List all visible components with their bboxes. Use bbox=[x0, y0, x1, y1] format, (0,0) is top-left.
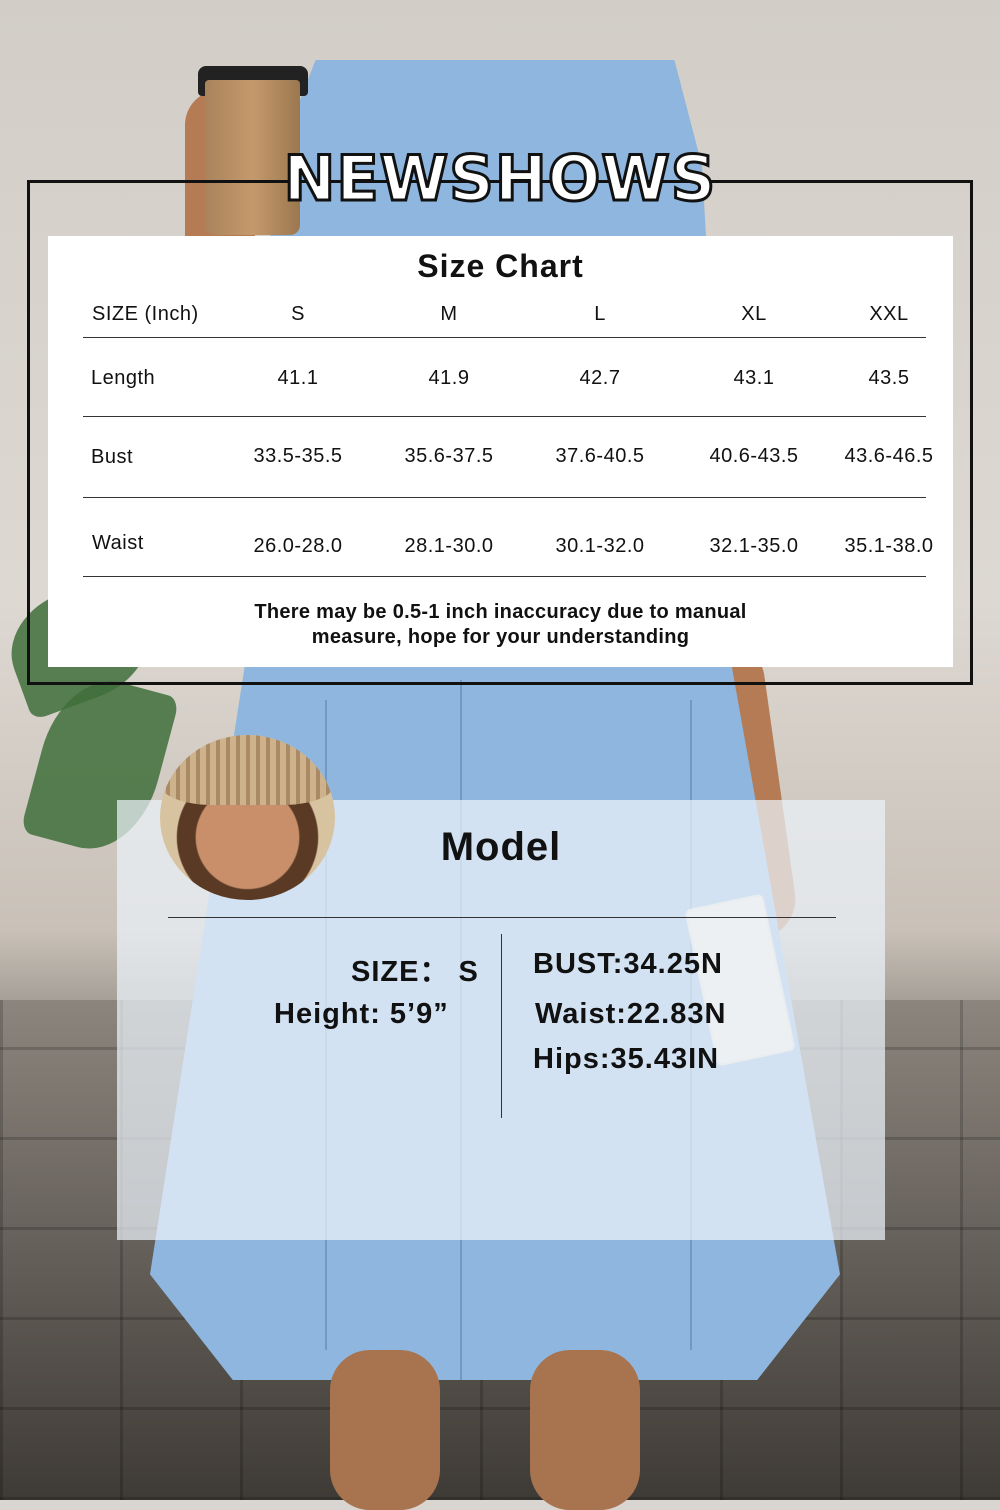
model-avatar bbox=[160, 735, 335, 900]
table-cell: 33.5-35.5 bbox=[253, 445, 343, 467]
accuracy-note: There may be 0.5-1 inch inaccuracy due t… bbox=[48, 600, 953, 650]
table-cell: 42.7 bbox=[579, 367, 621, 389]
table-cell: 41.9 bbox=[428, 367, 470, 389]
table-divider bbox=[83, 497, 926, 498]
table-cell: 35.1-38.0 bbox=[844, 535, 934, 557]
table-divider bbox=[83, 576, 926, 577]
model-size: SIZE： S bbox=[351, 956, 479, 988]
table-cell: 30.1-32.0 bbox=[555, 535, 645, 557]
brand-logo: NEWSHOWS bbox=[282, 141, 717, 217]
table-cell: 41.1 bbox=[277, 367, 319, 389]
size-header-label: SIZE (Inch) bbox=[92, 303, 199, 325]
table-divider bbox=[83, 337, 926, 338]
model-leg-left bbox=[330, 1350, 440, 1510]
model-waist: Waist:22.83N bbox=[535, 998, 727, 1030]
model-column-divider bbox=[501, 934, 502, 1118]
row-label-bust: Bust bbox=[91, 446, 134, 468]
table-cell: 35.6-37.5 bbox=[404, 445, 494, 467]
model-height: Height: 5’9” bbox=[274, 998, 449, 1030]
size-chart-title: Size Chart bbox=[417, 248, 584, 284]
table-divider bbox=[83, 416, 926, 417]
size-header: L bbox=[594, 303, 606, 325]
model-divider bbox=[168, 917, 836, 918]
row-label-length: Length bbox=[91, 367, 156, 389]
size-header: XXL bbox=[869, 303, 909, 325]
size-header: M bbox=[440, 303, 458, 325]
table-cell: 28.1-30.0 bbox=[404, 535, 494, 557]
size-chart-card: Size Chart SIZE (Inch) S M L XL XXL Leng… bbox=[48, 236, 953, 667]
row-label-waist: Waist bbox=[92, 532, 144, 554]
model-leg-right bbox=[530, 1350, 640, 1510]
accuracy-note-line: There may be 0.5-1 inch inaccuracy due t… bbox=[254, 601, 747, 623]
table-cell: 26.0-28.0 bbox=[253, 535, 343, 557]
table-cell: 43.6-46.5 bbox=[844, 445, 934, 467]
table-cell: 32.1-35.0 bbox=[709, 535, 799, 557]
model-hips: Hips:35.43IN bbox=[533, 1043, 720, 1075]
table-cell: 40.6-43.5 bbox=[709, 445, 799, 467]
table-cell: 43.1 bbox=[733, 367, 775, 389]
model-avatar-hat bbox=[160, 735, 335, 805]
size-header: XL bbox=[741, 303, 767, 325]
size-header: S bbox=[291, 303, 305, 325]
model-title: Model bbox=[440, 825, 562, 869]
model-bust: BUST:34.25N bbox=[533, 948, 723, 980]
table-cell: 37.6-40.5 bbox=[555, 445, 645, 467]
table-cell: 43.5 bbox=[868, 367, 910, 389]
accuracy-note-line: measure, hope for your understanding bbox=[311, 626, 690, 648]
